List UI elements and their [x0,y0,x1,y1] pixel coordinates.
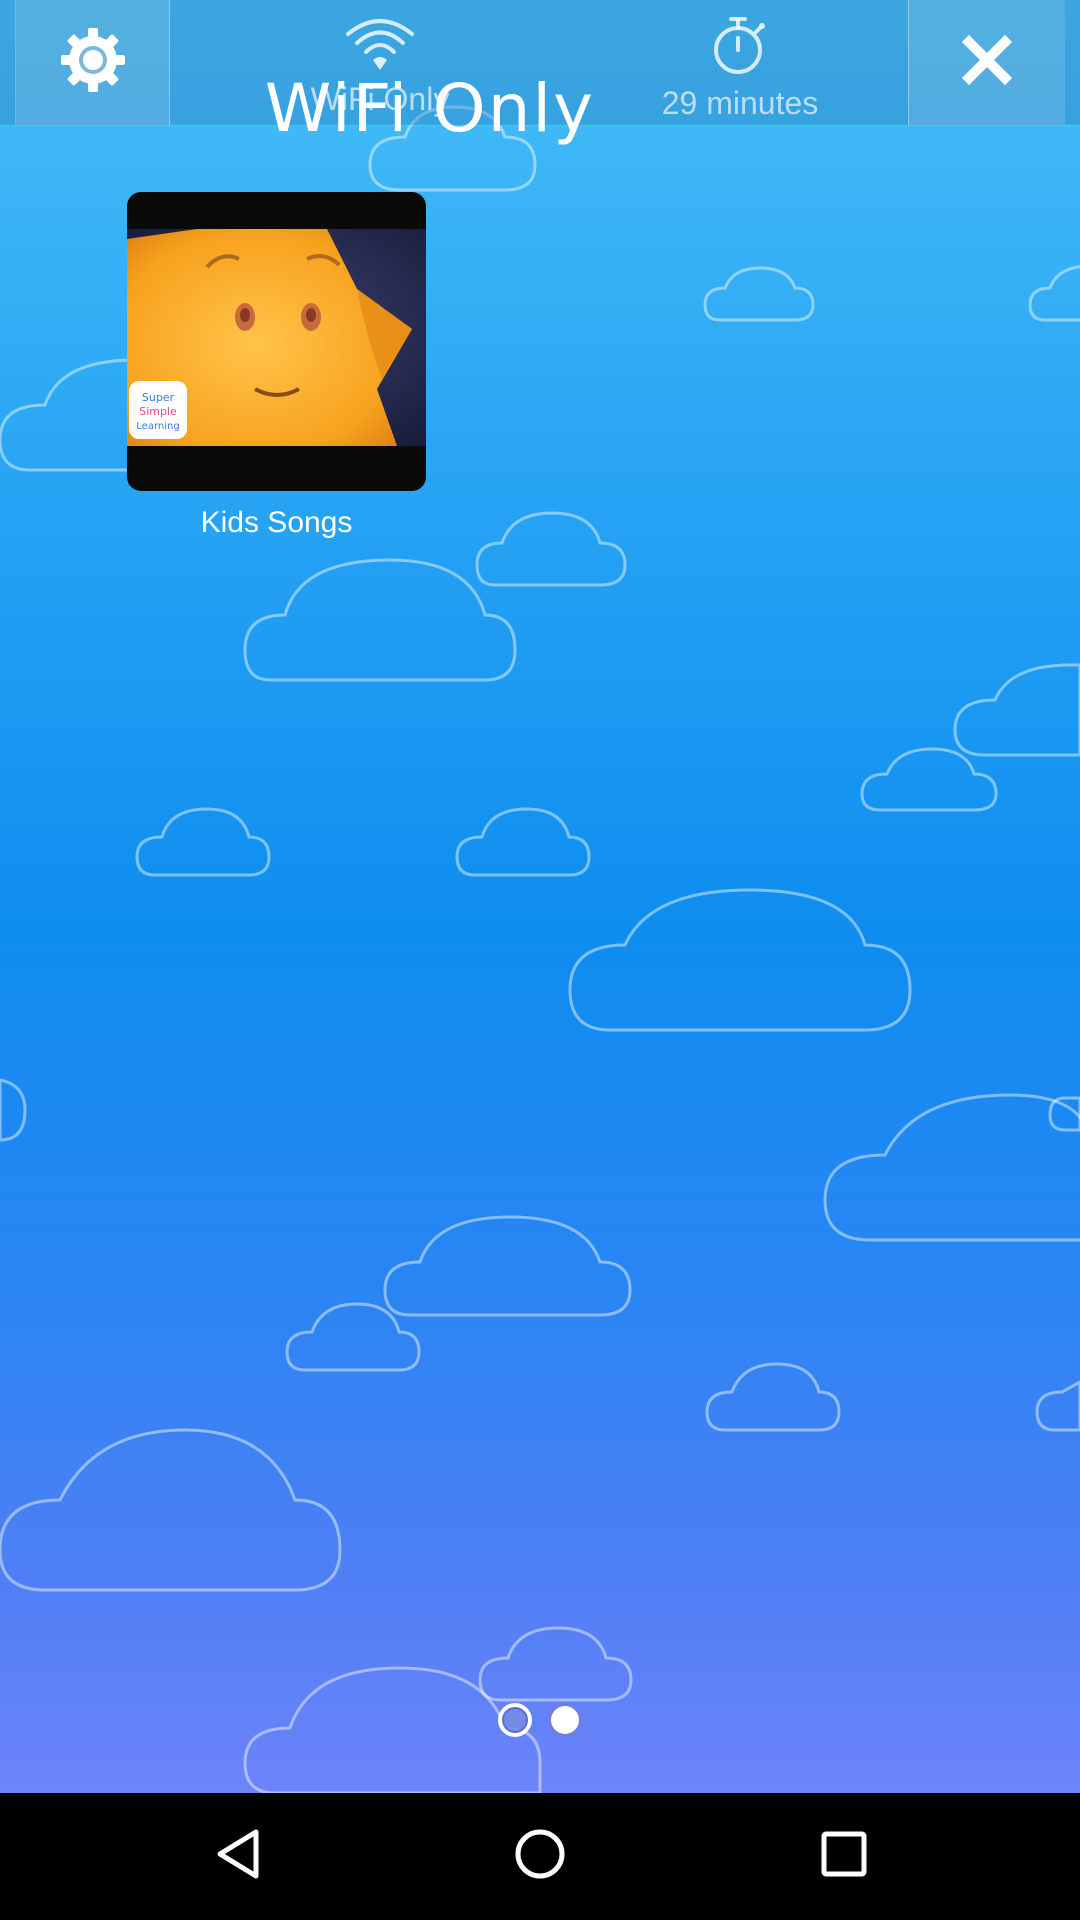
settings-button[interactable] [15,0,170,125]
cloud-decoration [243,558,517,682]
system-navigation-bar [0,1793,1080,1920]
channel-title[interactable]: Kids Songs [127,506,426,540]
close-button[interactable] [908,0,1065,125]
channel-tile-kids-songs[interactable]: Super Simple Learning [127,192,426,491]
svg-text:Learning: Learning [136,421,179,432]
home-button[interactable] [450,1793,630,1920]
app-screen: WiFi Only 29 minutes WiFi Only Super Sim… [0,0,1080,1920]
cloud-decoration [475,511,627,587]
cloud-decoration [703,266,815,322]
stopwatch-icon [712,0,768,81]
close-icon [961,34,1013,91]
back-button[interactable] [148,1793,328,1920]
cloud-decoration [860,747,998,812]
page-dot-1[interactable] [498,1703,532,1737]
page-dot-2-active[interactable] [548,1703,582,1737]
cloud-decoration [823,1093,1080,1242]
cloud-decoration [0,1428,342,1592]
recents-square-icon [820,1830,868,1883]
cloud-decoration [478,1626,633,1702]
back-triangle-icon [214,1828,262,1885]
page-indicator [0,1703,1080,1737]
timer-label: 29 minutes [661,85,819,121]
wifi-only-toast: WiFi Only [264,70,596,147]
cloud-decoration [705,1362,841,1432]
timer-button[interactable]: 29 minutes [620,0,860,125]
wifi-icon [344,0,416,77]
channel-thumbnail: Super Simple Learning [127,229,426,446]
cloud-decoration [455,807,591,877]
cloud-decoration [568,888,912,1032]
cloud-decoration [1035,1380,1080,1432]
cloud-decoration [383,1215,632,1317]
cloud-decoration [0,1078,27,1142]
thumbnail-badge-text: Super [142,391,175,404]
recents-button[interactable] [754,1793,934,1920]
home-circle-icon [513,1827,567,1886]
gear-icon [59,26,127,99]
svg-text:Simple: Simple [139,405,177,418]
cloud-decoration [953,663,1080,757]
cloud-decoration [135,807,271,877]
cloud-decoration [1028,265,1080,322]
